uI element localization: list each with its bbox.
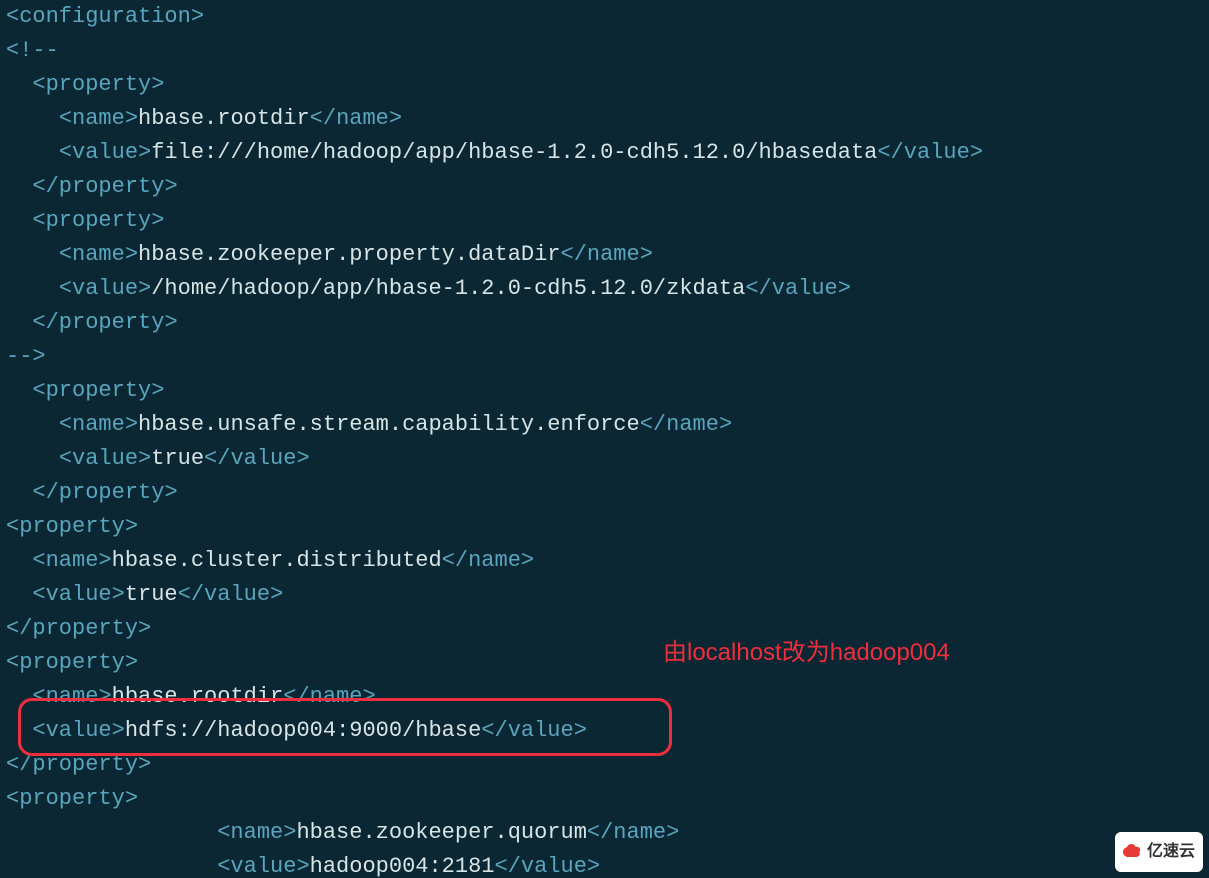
code-line: <name>hbase.zookeeper.property.dataDir</… — [6, 238, 1203, 272]
code-line: <property> — [6, 646, 1203, 680]
code-line: <value>hdfs://hadoop004:9000/hbase</valu… — [6, 714, 1203, 748]
code-line: <value>hadoop004:2181</value> — [6, 850, 1203, 878]
code-line: <value>/home/hadoop/app/hbase-1.2.0-cdh5… — [6, 272, 1203, 306]
code-line: <value>true</value> — [6, 578, 1203, 612]
brand-logo: 亿速云 — [1115, 832, 1203, 872]
code-line: <!-- — [6, 34, 1203, 68]
code-line: <property> — [6, 510, 1203, 544]
code-line: --> — [6, 340, 1203, 374]
code-line: <property> — [6, 68, 1203, 102]
code-line: <value>true</value> — [6, 442, 1203, 476]
code-line: <configuration> — [6, 0, 1203, 34]
code-line: <name>hbase.cluster.distributed</name> — [6, 544, 1203, 578]
xml-code-block: <configuration><!-- <property> <name>hba… — [0, 0, 1209, 878]
code-line: </property> — [6, 612, 1203, 646]
code-line: <name>hbase.unsafe.stream.capability.enf… — [6, 408, 1203, 442]
annotation-text: 由localhost改为hadoop004 — [663, 636, 950, 670]
code-line: <property> — [6, 782, 1203, 816]
code-line: <name>hbase.rootdir</name> — [6, 680, 1203, 714]
code-line: </property> — [6, 748, 1203, 782]
brand-logo-text: 亿速云 — [1147, 835, 1195, 869]
code-line: </property> — [6, 476, 1203, 510]
code-line: <name>hbase.rootdir</name> — [6, 102, 1203, 136]
code-line: <property> — [6, 204, 1203, 238]
code-line: <name>hbase.zookeeper.quorum</name> — [6, 816, 1203, 850]
code-line: </property> — [6, 306, 1203, 340]
code-line: <value>file:///home/hadoop/app/hbase-1.2… — [6, 136, 1203, 170]
code-line: <property> — [6, 374, 1203, 408]
cloud-icon — [1121, 844, 1143, 860]
code-line: </property> — [6, 170, 1203, 204]
